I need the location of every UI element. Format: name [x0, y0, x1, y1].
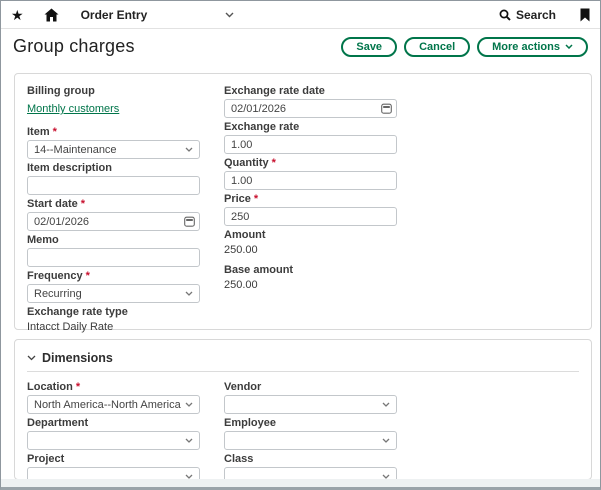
quantity-input[interactable] — [224, 171, 397, 190]
module-select[interactable]: Order Entry — [81, 8, 235, 22]
vendor-label: Vendor — [224, 381, 261, 393]
department-select[interactable] — [27, 431, 200, 450]
save-button-label: Save — [356, 41, 382, 53]
price-field: Price* — [224, 192, 397, 226]
item-description-field: Item description — [27, 161, 200, 195]
chevron-down-icon — [382, 438, 390, 443]
exchange-rate-date-label: Exchange rate date — [224, 85, 325, 97]
price-input[interactable] — [224, 207, 397, 226]
cancel-button-label: Cancel — [419, 41, 455, 53]
page-header: Group charges Save Cancel More actions — [1, 29, 600, 62]
class-label: Class — [224, 453, 253, 465]
item-description-label: Item description — [27, 162, 112, 174]
employee-select[interactable] — [224, 431, 397, 450]
dimensions-section-title: Dimensions — [42, 351, 113, 365]
search-label: Search — [516, 8, 556, 22]
cancel-button[interactable]: Cancel — [404, 37, 470, 57]
required-marker: * — [53, 126, 57, 138]
base-amount-label: Base amount — [224, 264, 293, 276]
more-actions-label: More actions — [492, 41, 560, 53]
star-icon[interactable]: ★ — [11, 8, 24, 22]
employee-label: Employee — [224, 417, 276, 429]
location-field: Location* North America--North America — [27, 380, 200, 414]
chevron-down-icon — [27, 355, 36, 361]
start-date-field: Start date* — [27, 197, 200, 231]
base-amount-field: Base amount 250.00 — [224, 263, 397, 292]
chevron-down-icon — [225, 12, 234, 18]
chevron-down-icon — [185, 438, 193, 443]
start-date-label: Start date — [27, 198, 78, 210]
chevron-down-icon — [185, 291, 193, 296]
exchange-rate-date-input[interactable] — [224, 99, 397, 118]
exchange-rate-input[interactable] — [224, 135, 397, 154]
item-field: Item* 14--Maintenance — [27, 125, 200, 159]
department-label: Department — [27, 417, 88, 429]
frequency-label: Frequency — [27, 270, 83, 282]
dimensions-section-toggle[interactable]: Dimensions — [27, 350, 579, 366]
calendar-icon[interactable] — [184, 216, 195, 227]
item-description-input[interactable] — [27, 176, 200, 195]
calendar-icon[interactable] — [381, 103, 392, 114]
item-select[interactable]: 14--Maintenance — [27, 140, 200, 159]
memo-input[interactable] — [27, 248, 200, 267]
start-date-input[interactable] — [27, 212, 200, 231]
exchange-rate-type-label: Exchange rate type — [27, 306, 128, 318]
memo-label: Memo — [27, 234, 59, 246]
quantity-field: Quantity* — [224, 156, 397, 190]
charges-panel: Billing group Monthly customers Item* 14… — [14, 73, 592, 330]
page-title: Group charges — [13, 36, 135, 57]
vendor-field: Vendor — [224, 380, 397, 414]
module-select-label: Order Entry — [81, 8, 148, 22]
frequency-field: Frequency* Recurring — [27, 269, 200, 303]
project-label: Project — [27, 453, 64, 465]
exchange-rate-label: Exchange rate — [224, 121, 299, 133]
window-bottom-edge — [1, 479, 600, 487]
billing-group-label: Billing group — [27, 85, 95, 97]
top-bar: ★ Order Entry Search — [1, 1, 600, 29]
quantity-label: Quantity — [224, 157, 269, 169]
bookmark-icon[interactable] — [580, 8, 590, 22]
department-field: Department — [27, 416, 200, 450]
location-select-value: North America--North America — [34, 399, 181, 411]
location-select[interactable]: North America--North America — [27, 395, 200, 414]
billing-group-link[interactable]: Monthly customers — [27, 102, 119, 116]
chevron-down-icon — [382, 402, 390, 407]
frequency-select-value: Recurring — [34, 288, 82, 300]
search-icon — [499, 9, 511, 21]
chevron-down-icon — [185, 147, 193, 152]
save-button[interactable]: Save — [341, 37, 397, 57]
divider — [27, 371, 579, 372]
exchange-rate-type-value: Intacct Daily Rate — [27, 320, 200, 334]
required-marker: * — [254, 193, 258, 205]
frequency-select[interactable]: Recurring — [27, 284, 200, 303]
item-label: Item — [27, 126, 50, 138]
amount-value: 250.00 — [224, 243, 397, 257]
required-marker: * — [272, 157, 276, 169]
required-marker: * — [76, 381, 80, 393]
memo-field: Memo — [27, 233, 200, 267]
required-marker: * — [81, 198, 85, 210]
item-select-value: 14--Maintenance — [34, 144, 117, 156]
billing-group-field: Billing group Monthly customers — [27, 84, 200, 123]
required-marker: * — [86, 270, 90, 282]
app-window: ★ Order Entry Search Group charges Save … — [0, 0, 601, 490]
base-amount-value: 250.00 — [224, 278, 397, 292]
chevron-down-icon — [565, 44, 573, 49]
more-actions-button[interactable]: More actions — [477, 37, 588, 57]
amount-label: Amount — [224, 229, 266, 241]
home-icon[interactable] — [44, 8, 59, 22]
location-label: Location — [27, 381, 73, 393]
employee-field: Employee — [224, 416, 397, 450]
price-label: Price — [224, 193, 251, 205]
vendor-select[interactable] — [224, 395, 397, 414]
exchange-rate-field: Exchange rate — [224, 120, 397, 154]
chevron-down-icon — [185, 402, 193, 407]
exchange-rate-date-field: Exchange rate date — [224, 84, 397, 118]
search-button[interactable]: Search — [499, 8, 556, 22]
dimensions-panel: Dimensions Location* North America--Nort… — [14, 339, 592, 480]
exchange-rate-type-field: Exchange rate type Intacct Daily Rate — [27, 305, 200, 334]
amount-field: Amount 250.00 — [224, 228, 397, 257]
